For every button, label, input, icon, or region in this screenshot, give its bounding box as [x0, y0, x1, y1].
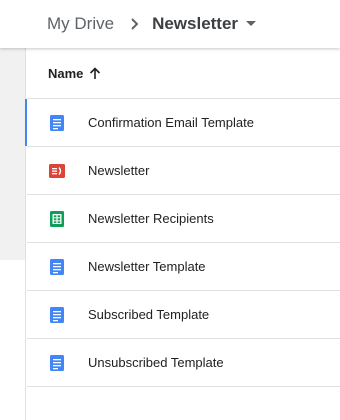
google-docs-icon: [49, 258, 65, 275]
file-row[interactable]: Newsletter: [27, 147, 340, 195]
breadcrumb-current-label: Newsletter: [152, 14, 239, 33]
file-row[interactable]: Unsubscribed Template: [27, 339, 340, 387]
google-docs-icon: [49, 114, 65, 131]
file-name: Confirmation Email Template: [88, 115, 254, 130]
file-name: Newsletter: [88, 163, 150, 178]
chevron-right-icon: [124, 13, 146, 35]
breadcrumb: My Drive Newsletter: [0, 0, 340, 48]
file-row[interactable]: Newsletter Recipients: [27, 195, 340, 243]
file-name: Subscribed Template: [88, 307, 210, 322]
caret-down-icon: [246, 18, 258, 30]
file-row[interactable]: Confirmation Email Template: [25, 99, 340, 147]
name-column-header[interactable]: Name: [27, 48, 340, 99]
side-panel: [0, 48, 26, 260]
google-slides-icon: [49, 163, 65, 179]
name-column-label: Name: [48, 65, 84, 81]
google-sheets-icon: [49, 210, 65, 227]
file-row[interactable]: Subscribed Template: [27, 291, 340, 339]
breadcrumb-my-drive[interactable]: My Drive: [47, 14, 114, 34]
side-panel-lower: [0, 260, 26, 420]
file-list: Name Confirmation Email Template Newslett…: [25, 48, 340, 387]
file-name: Unsubscribed Template: [88, 355, 224, 370]
sort-arrow-up-icon[interactable]: [89, 66, 103, 80]
file-name: Newsletter Template: [88, 259, 206, 274]
file-row[interactable]: Newsletter Template: [27, 243, 340, 291]
file-name: Newsletter Recipients: [88, 211, 214, 226]
breadcrumb-current-folder[interactable]: Newsletter: [152, 14, 258, 34]
google-docs-icon: [49, 354, 65, 371]
google-docs-icon: [49, 306, 65, 323]
